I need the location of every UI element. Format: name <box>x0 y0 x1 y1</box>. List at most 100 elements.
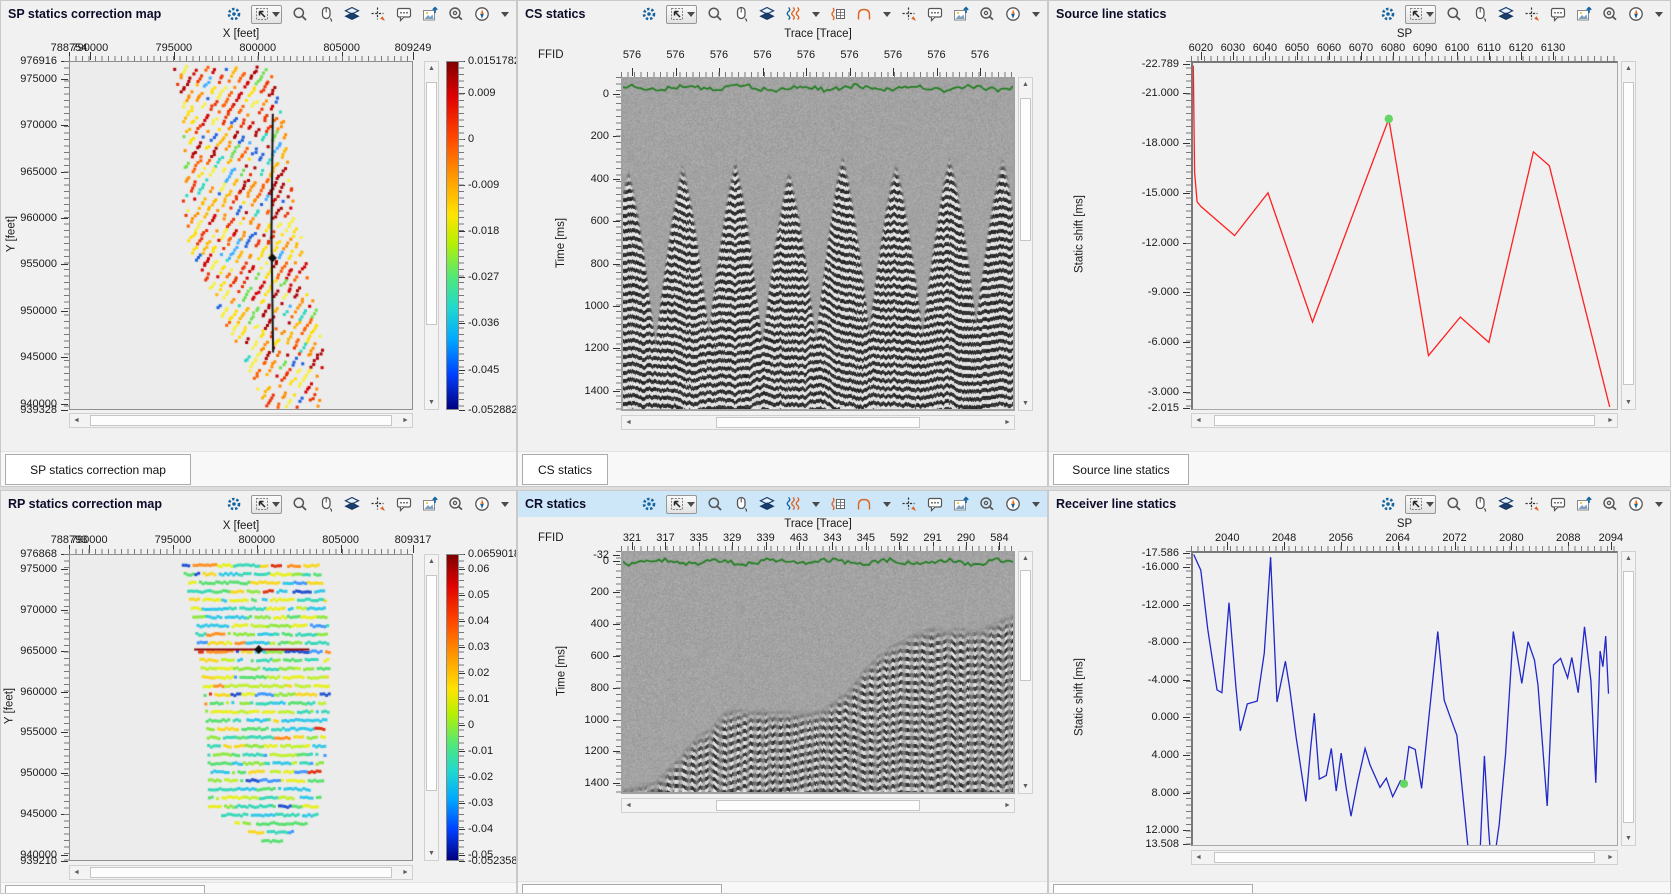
scrollbar-horizontal[interactable]: ◄► <box>1191 850 1618 865</box>
compass-icon[interactable] <box>473 496 490 513</box>
source_line_statics-plot[interactable] <box>1191 61 1618 410</box>
map-canvas[interactable] <box>70 62 412 409</box>
zoom-icon[interactable] <box>706 496 723 513</box>
compass-icon[interactable] <box>473 6 490 23</box>
scrollbar-vertical[interactable]: ▲▼ <box>424 61 439 410</box>
scrollbar-vertical[interactable]: ▲▼ <box>1621 61 1636 410</box>
scrollbar-arrow-icon[interactable]: ▲ <box>1622 62 1635 75</box>
export-image-icon[interactable] <box>421 6 438 23</box>
scrollbar-arrow-icon[interactable]: ▲ <box>1019 552 1032 565</box>
scrollbar-arrow-icon[interactable]: ▼ <box>425 847 438 860</box>
dropdown-caret-icon[interactable] <box>1426 502 1434 507</box>
compass-icon[interactable] <box>1627 6 1644 23</box>
scrollbar-arrow-icon[interactable]: ▼ <box>1019 780 1032 793</box>
rp_statics_correction_map-plot[interactable] <box>69 554 413 861</box>
selection-mode-button[interactable] <box>251 5 282 24</box>
layers-icon[interactable] <box>758 496 775 513</box>
zoom-icon[interactable] <box>291 6 308 23</box>
spreadsheet-view-icon[interactable] <box>829 496 846 513</box>
selection-mode-icon[interactable] <box>1407 6 1424 23</box>
dropdown-caret-icon[interactable] <box>1655 502 1663 507</box>
scrollbar-vertical[interactable]: ▲▼ <box>1018 551 1033 794</box>
map-canvas[interactable] <box>70 555 412 860</box>
spreadsheet-view-icon[interactable] <box>829 6 846 23</box>
pan-tool-icon[interactable] <box>317 6 334 23</box>
pan-tool-icon[interactable] <box>732 496 749 513</box>
dropdown-caret-icon[interactable] <box>1426 12 1434 17</box>
dropdown-caret-icon[interactable] <box>687 12 695 17</box>
compass-icon[interactable] <box>1627 496 1644 513</box>
selection-mode-button[interactable] <box>1405 495 1436 514</box>
zoom-icon[interactable] <box>291 496 308 513</box>
annotation-icon[interactable] <box>1549 6 1566 23</box>
scrollbar-horizontal[interactable]: ◄► <box>69 413 413 428</box>
scrollbar-arrow-icon[interactable]: ▼ <box>425 396 438 409</box>
scrollbar-arrow-icon[interactable]: ▼ <box>1622 832 1635 845</box>
scrollbar-arrow-icon[interactable]: ▲ <box>425 555 438 568</box>
dropdown-caret-icon[interactable] <box>501 502 509 507</box>
dropdown-caret-icon[interactable] <box>1032 12 1040 17</box>
settings-icon[interactable] <box>1379 496 1396 513</box>
compass-icon[interactable] <box>1004 496 1021 513</box>
scrollbar-horizontal[interactable]: ◄► <box>1191 413 1618 428</box>
selection-mode-button[interactable] <box>251 495 282 514</box>
dropdown-caret-icon[interactable] <box>883 12 891 17</box>
zoom-icon[interactable] <box>1445 6 1462 23</box>
tab-sp-statics-correction-map[interactable]: SP statics correction map <box>5 454 191 485</box>
export-image-icon[interactable] <box>421 496 438 513</box>
tab-rp-statics-correction-map[interactable] <box>5 885 205 894</box>
trace-display-icon[interactable] <box>784 496 801 513</box>
scrollbar-arrow-icon[interactable]: ▲ <box>1019 78 1032 91</box>
scrollbar-arrow-icon[interactable]: ◄ <box>1192 414 1205 427</box>
selection-mode-button[interactable] <box>666 495 697 514</box>
dropdown-caret-icon[interactable] <box>272 502 280 507</box>
scrollbar-arrow-icon[interactable]: ▼ <box>1622 396 1635 409</box>
zoom-scale-icon[interactable] <box>447 496 464 513</box>
sp_statics_correction_map-plot[interactable] <box>69 61 413 410</box>
compass-icon[interactable] <box>1004 6 1021 23</box>
export-image-icon[interactable] <box>1575 6 1592 23</box>
export-image-icon[interactable] <box>952 496 969 513</box>
trace-display-icon[interactable] <box>784 6 801 23</box>
probe-crosshair-icon[interactable] <box>369 6 386 23</box>
pan-tool-icon[interactable] <box>1471 6 1488 23</box>
scrollbar-vertical[interactable]: ▲▼ <box>424 554 439 861</box>
annotation-icon[interactable] <box>395 6 412 23</box>
scrollbar-arrow-icon[interactable]: ► <box>1001 799 1014 812</box>
dropdown-caret-icon[interactable] <box>501 12 509 17</box>
scrollbar-arrow-icon[interactable]: ◄ <box>70 414 83 427</box>
layers-icon[interactable] <box>1497 6 1514 23</box>
selection-mode-button[interactable] <box>666 5 697 24</box>
dropdown-caret-icon[interactable] <box>272 12 280 17</box>
scrollbar-horizontal[interactable]: ◄► <box>69 865 413 880</box>
settings-icon[interactable] <box>640 496 657 513</box>
settings-icon[interactable] <box>225 496 242 513</box>
tab-cr-statics[interactable] <box>522 884 722 894</box>
scrollbar-arrow-icon[interactable]: ► <box>399 414 412 427</box>
dropdown-caret-icon[interactable] <box>1655 12 1663 17</box>
scrollbar-arrow-icon[interactable]: ◄ <box>622 799 635 812</box>
scrollbar-arrow-icon[interactable]: ▲ <box>1622 552 1635 565</box>
annotation-icon[interactable] <box>395 496 412 513</box>
scrollbar-arrow-icon[interactable]: ► <box>1604 851 1617 864</box>
seismic-canvas[interactable] <box>623 79 1013 409</box>
scrollbar-arrow-icon[interactable]: ◄ <box>70 866 83 879</box>
tab-cs-statics[interactable]: CS statics <box>522 454 608 485</box>
pan-tool-icon[interactable] <box>317 496 334 513</box>
probe-crosshair-icon[interactable] <box>1523 6 1540 23</box>
annotation-icon[interactable] <box>1549 496 1566 513</box>
scrollbar-vertical[interactable]: ▲▼ <box>1621 551 1636 846</box>
dropdown-caret-icon[interactable] <box>883 502 891 507</box>
scrollbar-horizontal[interactable]: ◄► <box>621 415 1015 430</box>
zoom-scale-icon[interactable] <box>978 496 995 513</box>
settings-icon[interactable] <box>225 6 242 23</box>
probe-crosshair-icon[interactable] <box>900 6 917 23</box>
dropdown-caret-icon[interactable] <box>687 502 695 507</box>
settings-icon[interactable] <box>640 6 657 23</box>
export-image-icon[interactable] <box>1575 496 1592 513</box>
scrollbar-arrow-icon[interactable]: ► <box>1001 416 1014 429</box>
annotation-icon[interactable] <box>926 6 943 23</box>
selection-mode-icon[interactable] <box>253 6 270 23</box>
zoom-scale-icon[interactable] <box>447 6 464 23</box>
settings-icon[interactable] <box>1379 6 1396 23</box>
